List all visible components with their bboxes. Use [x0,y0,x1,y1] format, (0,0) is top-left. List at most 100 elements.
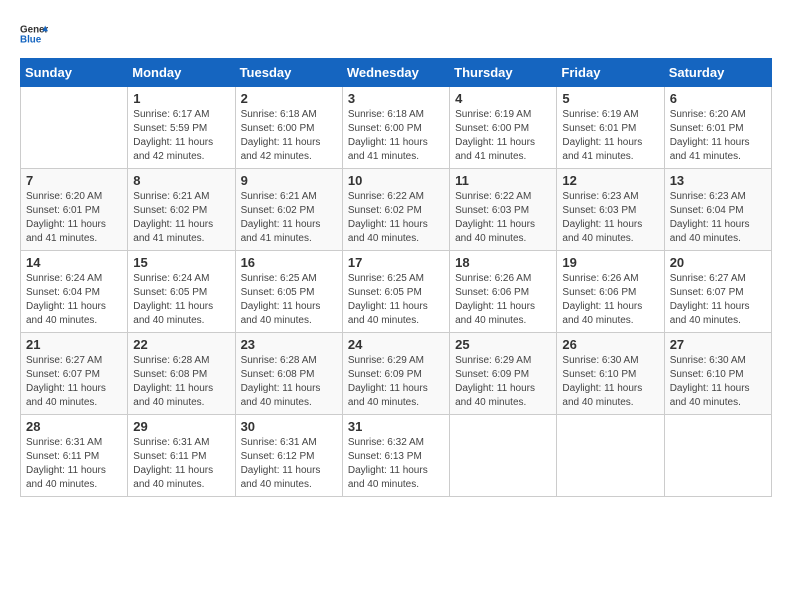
calendar-week-row: 1 Sunrise: 6:17 AM Sunset: 5:59 PM Daylig… [21,87,772,169]
day-number: 2 [241,91,337,106]
day-info: Sunrise: 6:26 AM Sunset: 6:06 PM Dayligh… [455,272,551,328]
day-info: Sunrise: 6:26 AM Sunset: 6:06 PM Dayligh… [562,272,658,328]
day-number: 28 [26,419,122,434]
day-number: 30 [241,419,337,434]
day-number: 9 [241,173,337,188]
calendar-cell [450,415,557,497]
day-info: Sunrise: 6:19 AM Sunset: 6:01 PM Dayligh… [562,108,658,164]
day-number: 1 [133,91,229,106]
day-of-week-header: Sunday [21,59,128,87]
calendar-cell: 23 Sunrise: 6:28 AM Sunset: 6:08 PM Dayli… [235,333,342,415]
day-info: Sunrise: 6:19 AM Sunset: 6:00 PM Dayligh… [455,108,551,164]
day-info: Sunrise: 6:30 AM Sunset: 6:10 PM Dayligh… [670,354,766,410]
day-info: Sunrise: 6:17 AM Sunset: 5:59 PM Dayligh… [133,108,229,164]
logo-icon: General Blue [20,20,48,48]
calendar-cell: 22 Sunrise: 6:28 AM Sunset: 6:08 PM Dayli… [128,333,235,415]
day-info: Sunrise: 6:32 AM Sunset: 6:13 PM Dayligh… [348,436,444,492]
calendar-week-row: 14Sunrise: 6:24 AM Sunset: 6:04 PM Dayli… [21,251,772,333]
day-info: Sunrise: 6:28 AM Sunset: 6:08 PM Dayligh… [133,354,229,410]
calendar-cell: 7 Sunrise: 6:20 AM Sunset: 6:01 PM Daylig… [21,169,128,251]
calendar-cell: 26 Sunrise: 6:30 AM Sunset: 6:10 PM Dayli… [557,333,664,415]
day-info: Sunrise: 6:24 AM Sunset: 6:04 PM Dayligh… [26,272,122,328]
calendar-cell [21,87,128,169]
day-number: 6 [670,91,766,106]
day-info: Sunrise: 6:29 AM Sunset: 6:09 PM Dayligh… [348,354,444,410]
day-info: Sunrise: 6:30 AM Sunset: 6:10 PM Dayligh… [562,354,658,410]
day-number: 18 [455,255,551,270]
day-number: 17 [348,255,444,270]
day-number: 27 [670,337,766,352]
calendar-cell: 29Sunrise: 6:31 AM Sunset: 6:11 PM Dayli… [128,415,235,497]
day-of-week-header: Monday [128,59,235,87]
calendar-cell: 2Sunrise: 6:18 AM Sunset: 6:00 PM Daylig… [235,87,342,169]
day-info: Sunrise: 6:31 AM Sunset: 6:12 PM Dayligh… [241,436,337,492]
day-number: 16 [241,255,337,270]
day-number: 25 [455,337,551,352]
calendar-cell: 17 Sunrise: 6:25 AM Sunset: 6:05 PM Dayli… [342,251,449,333]
day-number: 24 [348,337,444,352]
calendar-cell: 19 Sunrise: 6:26 AM Sunset: 6:06 PM Dayli… [557,251,664,333]
day-number: 13 [670,173,766,188]
calendar-week-row: 7 Sunrise: 6:20 AM Sunset: 6:01 PM Daylig… [21,169,772,251]
logo: General Blue [20,20,52,48]
calendar-cell [557,415,664,497]
day-info: Sunrise: 6:25 AM Sunset: 6:05 PM Dayligh… [241,272,337,328]
day-info: Sunrise: 6:22 AM Sunset: 6:02 PM Dayligh… [348,190,444,246]
day-number: 20 [670,255,766,270]
day-number: 3 [348,91,444,106]
calendar-cell: 31 Sunrise: 6:32 AM Sunset: 6:13 PM Dayli… [342,415,449,497]
calendar-table: SundayMondayTuesdayWednesdayThursdayFrid… [20,58,772,497]
day-info: Sunrise: 6:21 AM Sunset: 6:02 PM Dayligh… [133,190,229,246]
day-number: 23 [241,337,337,352]
day-info: Sunrise: 6:20 AM Sunset: 6:01 PM Dayligh… [670,108,766,164]
day-number: 7 [26,173,122,188]
calendar-week-row: 21Sunrise: 6:27 AM Sunset: 6:07 PM Dayli… [21,333,772,415]
calendar-cell: 30 Sunrise: 6:31 AM Sunset: 6:12 PM Dayli… [235,415,342,497]
day-info: Sunrise: 6:27 AM Sunset: 6:07 PM Dayligh… [670,272,766,328]
day-info: Sunrise: 6:29 AM Sunset: 6:09 PM Dayligh… [455,354,551,410]
calendar-cell: 6 Sunrise: 6:20 AM Sunset: 6:01 PM Daylig… [664,87,771,169]
calendar-cell: 12 Sunrise: 6:23 AM Sunset: 6:03 PM Dayli… [557,169,664,251]
day-number: 5 [562,91,658,106]
calendar-cell: 16 Sunrise: 6:25 AM Sunset: 6:05 PM Dayli… [235,251,342,333]
calendar-cell: 24 Sunrise: 6:29 AM Sunset: 6:09 PM Dayli… [342,333,449,415]
day-number: 22 [133,337,229,352]
calendar-cell: 11 Sunrise: 6:22 AM Sunset: 6:03 PM Dayli… [450,169,557,251]
calendar-cell: 28 Sunrise: 6:31 AM Sunset: 6:11 PM Dayli… [21,415,128,497]
calendar-cell: 21Sunrise: 6:27 AM Sunset: 6:07 PM Dayli… [21,333,128,415]
day-of-week-header: Thursday [450,59,557,87]
day-info: Sunrise: 6:31 AM Sunset: 6:11 PM Dayligh… [26,436,122,492]
day-info: Sunrise: 6:22 AM Sunset: 6:03 PM Dayligh… [455,190,551,246]
day-number: 19 [562,255,658,270]
calendar-cell: 20 Sunrise: 6:27 AM Sunset: 6:07 PM Dayli… [664,251,771,333]
calendar-cell: 14Sunrise: 6:24 AM Sunset: 6:04 PM Dayli… [21,251,128,333]
calendar-cell [664,415,771,497]
day-info: Sunrise: 6:21 AM Sunset: 6:02 PM Dayligh… [241,190,337,246]
calendar-cell: 15Sunrise: 6:24 AM Sunset: 6:05 PM Dayli… [128,251,235,333]
day-of-week-header: Friday [557,59,664,87]
day-of-week-header: Tuesday [235,59,342,87]
day-info: Sunrise: 6:28 AM Sunset: 6:08 PM Dayligh… [241,354,337,410]
day-of-week-header: Saturday [664,59,771,87]
calendar-cell: 8 Sunrise: 6:21 AM Sunset: 6:02 PM Daylig… [128,169,235,251]
day-number: 26 [562,337,658,352]
day-number: 4 [455,91,551,106]
day-number: 31 [348,419,444,434]
day-info: Sunrise: 6:25 AM Sunset: 6:05 PM Dayligh… [348,272,444,328]
calendar-cell: 1 Sunrise: 6:17 AM Sunset: 5:59 PM Daylig… [128,87,235,169]
day-number: 8 [133,173,229,188]
day-info: Sunrise: 6:31 AM Sunset: 6:11 PM Dayligh… [133,436,229,492]
calendar-cell: 25 Sunrise: 6:29 AM Sunset: 6:09 PM Dayli… [450,333,557,415]
svg-text:Blue: Blue [20,34,42,45]
day-number: 15 [133,255,229,270]
calendar-cell: 3 Sunrise: 6:18 AM Sunset: 6:00 PM Daylig… [342,87,449,169]
calendar-week-row: 28 Sunrise: 6:31 AM Sunset: 6:11 PM Dayli… [21,415,772,497]
day-info: Sunrise: 6:18 AM Sunset: 6:00 PM Dayligh… [348,108,444,164]
day-number: 11 [455,173,551,188]
day-number: 12 [562,173,658,188]
day-info: Sunrise: 6:20 AM Sunset: 6:01 PM Dayligh… [26,190,122,246]
calendar-cell: 27 Sunrise: 6:30 AM Sunset: 6:10 PM Dayli… [664,333,771,415]
calendar-cell: 5 Sunrise: 6:19 AM Sunset: 6:01 PM Daylig… [557,87,664,169]
day-of-week-header: Wednesday [342,59,449,87]
day-info: Sunrise: 6:23 AM Sunset: 6:03 PM Dayligh… [562,190,658,246]
